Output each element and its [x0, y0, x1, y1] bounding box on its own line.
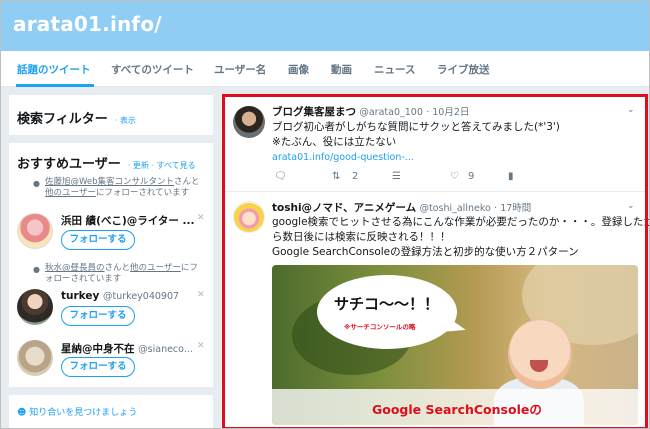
context-user-link[interactable]: 秋水@昼長員の	[45, 263, 105, 273]
user-name[interactable]: turkey @turkey040907	[61, 290, 179, 302]
top-header: arata01.info/	[1, 1, 649, 51]
sidebar: 検索フィルター · 表示 おすすめユーザー · 更新 · すべて見る ● 佐藤旭…	[8, 94, 215, 428]
context-others-link[interactable]: 他のユーザー	[130, 263, 181, 273]
highlight-box	[222, 94, 648, 428]
user-handle: @sianeco...	[138, 344, 193, 355]
sidebar-divider	[9, 387, 215, 395]
close-icon[interactable]: ✕	[197, 341, 205, 351]
people-icon: ☻	[17, 408, 27, 418]
follow-button[interactable]: フォローする	[61, 306, 135, 326]
avatar[interactable]	[17, 289, 53, 325]
follow-button[interactable]: フォローする	[61, 357, 135, 377]
user-handle: @turkey040907	[103, 291, 180, 302]
tab-news[interactable]: ニュース	[374, 62, 415, 77]
recommended-users-title: おすすめユーザー	[17, 157, 121, 172]
context-others-link[interactable]: 他のユーザー	[45, 188, 96, 198]
recommended-users-links[interactable]: · 更新 · すべて見る	[128, 161, 196, 170]
context-text: さんと	[174, 177, 200, 187]
tab-all-tweets[interactable]: すべてのツイート	[111, 62, 194, 77]
search-tabs: 話題のツイート すべてのツイート ユーザー名 画像 動画 ニュース ライブ放送	[1, 51, 649, 87]
avatar[interactable]	[17, 213, 53, 249]
context-text: さんと	[104, 263, 131, 273]
person-icon: ●	[33, 265, 40, 274]
tab-top-tweets[interactable]: 話題のツイート	[17, 62, 91, 77]
browser-frame: arata01.info/ 話題のツイート すべてのツイート ユーザー名 画像 …	[0, 0, 650, 429]
context-text: にフォローされています	[95, 188, 190, 198]
search-filter-title: 検索フィルター	[17, 112, 108, 127]
user-name[interactable]: 星納@中身不在 @sianeco...	[61, 341, 193, 356]
user-name[interactable]: 浜田 績(べこ)@ライター ...	[61, 213, 194, 228]
site-title[interactable]: arata01.info/	[13, 12, 162, 36]
tab-live[interactable]: ライブ放送	[437, 62, 490, 77]
sidebar-divider	[9, 135, 215, 143]
context-user-link[interactable]: 佐藤旭@Web集客コンサルタント	[45, 177, 174, 187]
active-tab-indicator	[16, 84, 94, 87]
tab-videos[interactable]: 動画	[331, 62, 352, 77]
avatar[interactable]	[17, 340, 53, 376]
tab-users[interactable]: ユーザー名	[214, 62, 266, 77]
close-icon[interactable]: ✕	[197, 290, 205, 300]
person-icon: ●	[33, 179, 40, 188]
search-filter-header: 検索フィルター · 表示	[17, 108, 136, 127]
follow-button[interactable]: フォローする	[61, 230, 135, 250]
search-filter-show-link[interactable]: · 表示	[115, 116, 136, 125]
follow-context: ● 秋水@昼長員のさんと他のユーザーにフォローされています	[33, 263, 205, 285]
find-friends-link[interactable]: ☻ 知り合いを見つけましょう	[17, 405, 137, 418]
tab-images[interactable]: 画像	[288, 62, 309, 77]
close-icon[interactable]: ✕	[197, 213, 205, 223]
follow-context: ● 佐藤旭@Web集客コンサルタントさんと他のユーザーにフォローされています	[33, 177, 205, 199]
recommended-users-header: おすすめユーザー · 更新 · すべて見る	[17, 153, 196, 172]
